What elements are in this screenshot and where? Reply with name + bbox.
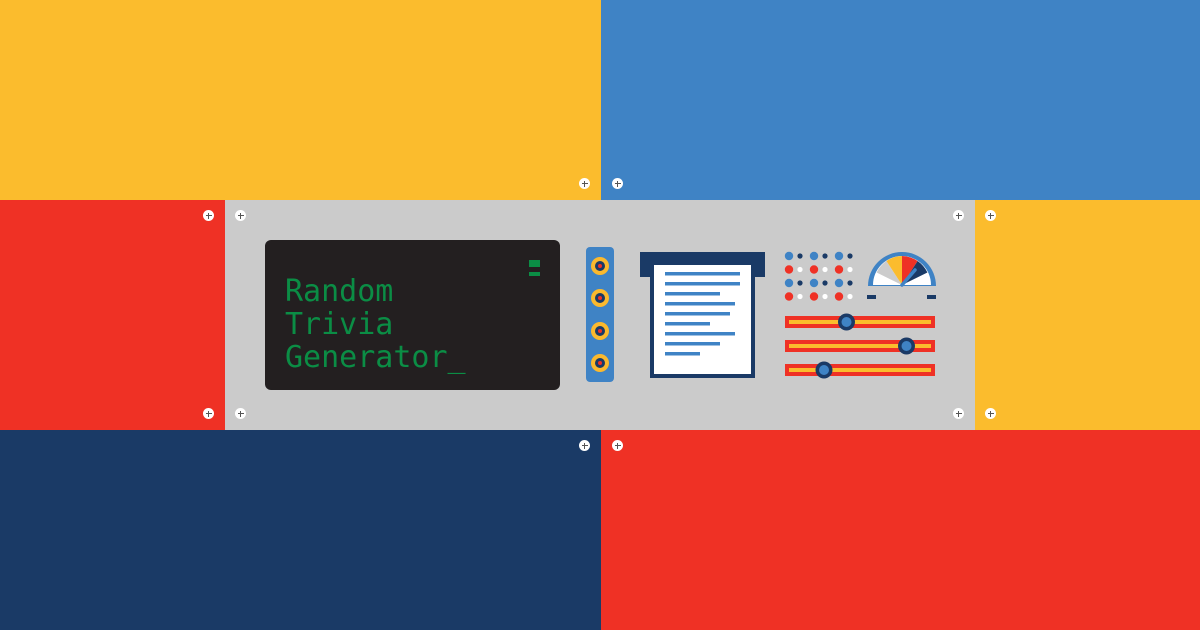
bg-block-yellow-right [975,200,1200,430]
slider-track-fill [789,320,931,324]
paper-text-line [665,322,710,326]
terminal-indicator-icon [529,260,540,267]
indicator-lights-icon [784,251,853,301]
indicator-light-small [847,266,853,273]
indicator-light-small [822,280,828,286]
indicator-light-small [797,293,803,300]
screw-icon [953,408,964,419]
screw-icon [235,210,246,221]
indicator-light-small [822,266,828,273]
slider-knob-inner [841,317,852,327]
slider-knob-inner [819,365,829,375]
indicator-light [784,265,794,274]
indicator-light [784,278,794,288]
gauge-icon [867,252,936,299]
jack-strip [586,247,614,382]
screw-icon [612,178,623,189]
paper-text-line [665,312,730,316]
bg-block-red-bottom-right [601,430,1200,630]
title-line-3: Generator_ [285,340,466,375]
jack-icon[interactable] [591,289,609,307]
paper-text-line [665,352,700,356]
screw-icon [985,210,996,221]
terminal-screen: Random Trivia Generator_ [265,240,560,390]
indicator-light [809,251,819,261]
paper-text-line [665,342,720,346]
terminal-indicator-icon [529,272,540,276]
terminal-title: Random Trivia Generator_ [285,275,466,374]
indicator-light [834,278,844,288]
paper-text-line [665,292,720,296]
screw-icon [203,210,214,221]
indicator-light [784,251,794,261]
screw-icon [579,440,590,451]
screw-icon [579,178,590,189]
indicator-light-small [797,280,803,286]
indicator-light-small [847,253,853,259]
screw-icon [235,408,246,419]
jack-icon[interactable] [591,354,609,372]
indicator-light-small [847,280,853,286]
screw-icon [985,408,996,419]
slider-track-fill [789,368,931,372]
indicator-light [834,292,844,301]
indicator-light-small [822,293,828,300]
screw-icon [203,408,214,419]
paper-text-line [665,302,735,306]
paper-text-line [665,332,735,336]
jack-icon[interactable] [591,322,609,340]
paper-printout-icon [640,252,765,378]
paper-text-line [665,272,740,276]
title-line-1: Random [285,274,394,309]
bg-block-navy-bottom-left [0,430,601,630]
indicator-light [784,292,794,301]
indicator-light-small [847,293,853,300]
sliders-group [785,313,935,379]
indicator-light [809,265,819,274]
paper-text-line [665,282,740,286]
indicator-light [809,292,819,301]
indicator-light [834,251,844,261]
title-line-2: Trivia [285,307,394,342]
indicator-light [834,265,844,274]
screw-icon [953,210,964,221]
indicator-light-small [797,266,803,273]
indicator-light-small [797,253,803,259]
bg-block-red-left [0,200,225,430]
bg-block-yellow-top-left [0,0,601,200]
jack-icon[interactable] [591,257,609,275]
indicator-light-small [822,253,828,259]
bg-block-blue-top-right [601,0,1200,200]
screw-icon [612,440,623,451]
indicator-light [809,278,819,288]
slider-knob-inner [901,341,912,351]
